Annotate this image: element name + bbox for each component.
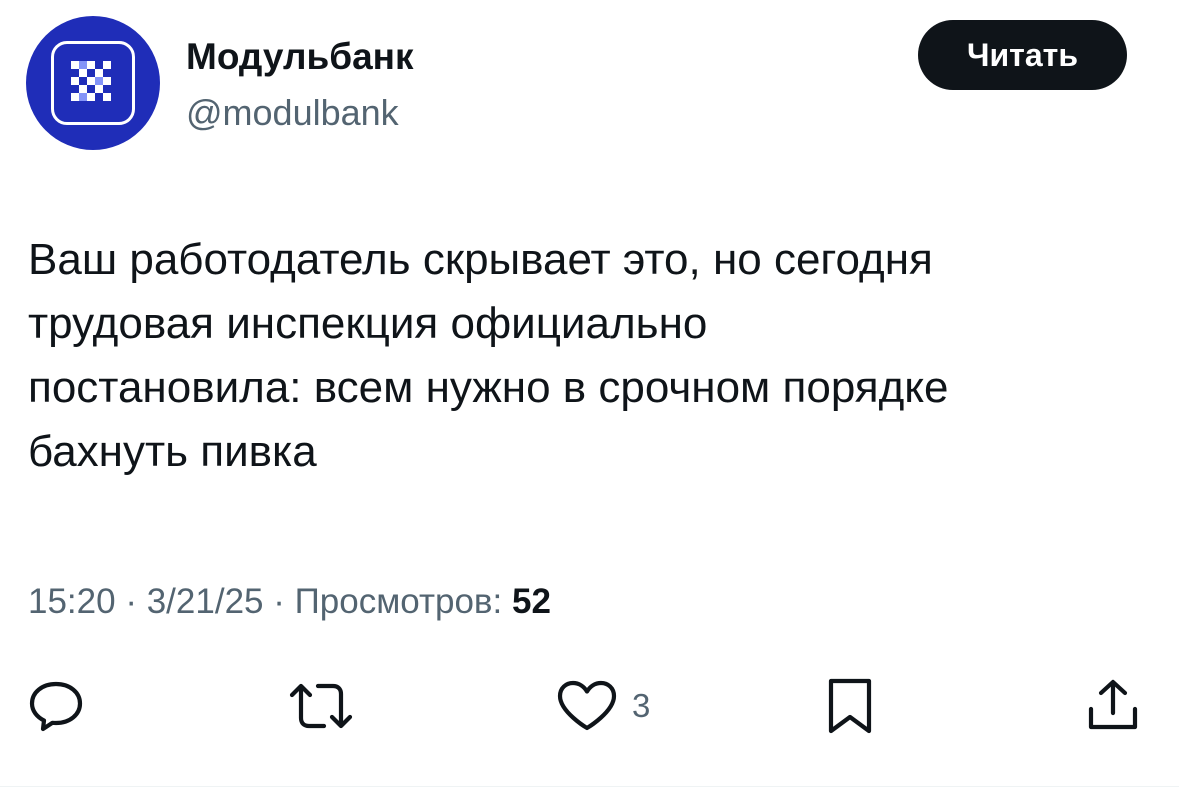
share-button[interactable] bbox=[1086, 679, 1140, 732]
views-count: 52 bbox=[511, 582, 551, 621]
avatar[interactable] bbox=[26, 16, 160, 150]
bookmark-icon bbox=[828, 678, 872, 734]
share-icon bbox=[1088, 679, 1138, 730]
user-handle[interactable]: @modulbank bbox=[186, 92, 399, 134]
modulbank-logo-icon bbox=[51, 41, 135, 125]
bookmark-button[interactable] bbox=[827, 678, 873, 734]
like-button[interactable]: 3 bbox=[556, 680, 650, 732]
retweet-icon bbox=[289, 683, 353, 729]
tweet-text: Ваш работодатель скрывает это, но сегодн… bbox=[28, 235, 949, 476]
tweet-meta: 15:20 · 3/21/25 · Просмотров: 52 bbox=[28, 582, 551, 622]
retweet-button[interactable] bbox=[288, 680, 354, 732]
reply-icon bbox=[29, 681, 83, 732]
divider bbox=[0, 786, 1179, 787]
read-button[interactable]: Читать bbox=[918, 20, 1127, 90]
tweet-date[interactable]: 3/21/25 bbox=[147, 582, 264, 621]
reply-button[interactable] bbox=[28, 680, 84, 732]
meta-separator: · bbox=[125, 582, 137, 621]
meta-separator: · bbox=[273, 582, 285, 621]
heart-icon bbox=[557, 680, 617, 731]
views-label: Просмотров: bbox=[294, 582, 503, 621]
display-name[interactable]: Модульбанк bbox=[186, 36, 414, 78]
like-count: 3 bbox=[632, 687, 651, 724]
tweet-time[interactable]: 15:20 bbox=[28, 582, 116, 621]
